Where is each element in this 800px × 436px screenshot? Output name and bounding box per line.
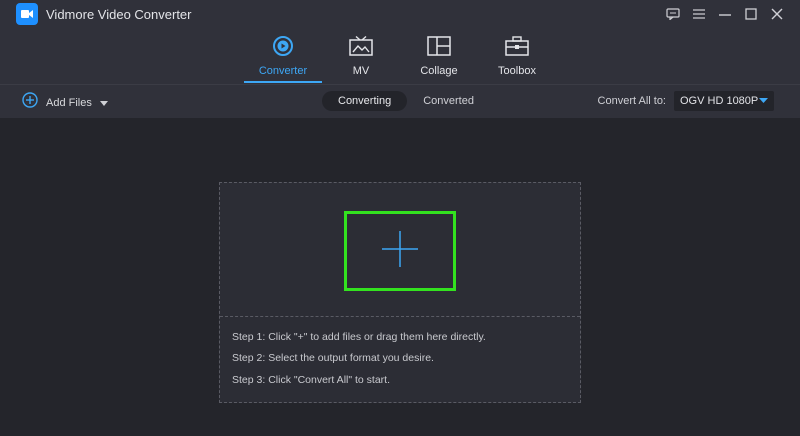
dropdown-arrow-icon [759,95,768,107]
chevron-down-icon[interactable] [99,94,108,112]
convert-all-label: Convert All to: [597,95,666,107]
tab-label: Toolbox [498,65,536,77]
tab-label: Converter [258,65,308,77]
output-format-value: OGV HD 1080P [680,95,759,107]
toolbar: Add Files Converting Converted Convert A… [0,84,800,118]
app-logo-icon [16,3,38,25]
tab-converter[interactable]: Converter [244,34,322,83]
tab-mv[interactable]: MV [322,34,400,80]
add-circle-icon [22,92,38,113]
minimize-icon[interactable] [714,4,736,24]
add-file-button[interactable] [344,211,456,291]
tab-converting[interactable]: Converting [322,91,408,111]
convert-all-group: Convert All to: OGV HD 1080P [598,91,774,111]
step-3-text: Step 3: Click "Convert All" to start. [232,374,391,386]
tab-label: Collage [420,65,458,77]
step-1-text: Step 1: Click "+" to add files or drag t… [232,331,486,343]
app-title: Vidmore Video Converter [46,7,192,22]
feedback-icon[interactable] [662,4,684,24]
tab-collage[interactable]: Collage [400,34,478,80]
converter-icon [272,34,294,58]
output-format-select[interactable]: OGV HD 1080P [674,91,774,111]
maximize-icon[interactable] [740,4,762,24]
tab-toolbox[interactable]: Toolbox [478,34,556,80]
add-files-button[interactable]: Add Files [22,92,108,113]
collage-icon [427,34,451,58]
main-tabs: Converter MV Collage Toolbox [244,34,556,83]
add-files-label: Add Files [46,96,92,109]
close-icon[interactable] [766,4,788,24]
tab-converted[interactable]: Converted [407,91,490,111]
toolbox-icon [505,34,529,58]
drop-zone [220,183,580,317]
menu-icon[interactable] [688,4,710,24]
window-controls [662,4,788,24]
status-segment: Converting Converted [322,91,490,111]
plus-icon [380,229,420,274]
step-2-text: Step 2: Select the output format you des… [232,352,434,364]
title-bar: Vidmore Video Converter Converter MV Col… [0,0,800,84]
tab-label: MV [352,65,370,77]
file-drop-area[interactable]: Step 1: Click "+" to add files or drag t… [219,182,581,403]
mv-icon [349,34,373,58]
